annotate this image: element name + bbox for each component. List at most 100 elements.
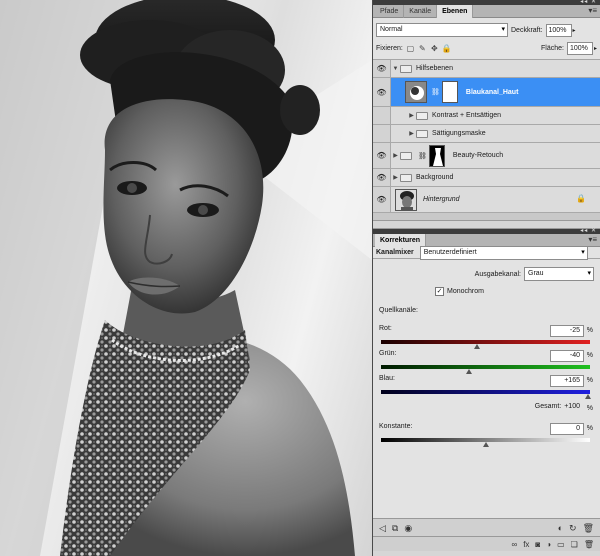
- link-chain-icon[interactable]: ⛓: [431, 88, 440, 96]
- panel-menu-icon[interactable]: ▾≡: [588, 235, 597, 244]
- adjustments-footer: ◁ ⧉ ◉ ◐ ↻ 🗑: [373, 518, 600, 537]
- tab-adjustments[interactable]: Korrekturen: [375, 234, 427, 247]
- red-channel-label: Rot:: [379, 325, 392, 332]
- tab-layers[interactable]: Ebenen: [437, 5, 474, 18]
- layer-row[interactable]: ▶ Kontrast + Entsättigen: [373, 107, 600, 125]
- layer-row-selected[interactable]: 👁 ⛓ Blaukanal_Haut: [373, 78, 600, 107]
- layer-row[interactable]: 👁 ▶ ⛓ Beauty-Retouch: [373, 143, 600, 169]
- blend-mode-dropdown[interactable]: Normal ▾: [376, 23, 508, 37]
- chevron-down-icon: ▾: [501, 26, 505, 33]
- right-panel-dock: ◂◂ ✕ Pfade Kanäle Ebenen ▾≡ Normal ▾ Dec…: [372, 0, 600, 556]
- eye-icon[interactable]: 👁: [373, 187, 391, 212]
- monochrome-checkbox[interactable]: ✓: [435, 287, 444, 296]
- new-group-icon[interactable]: ▭: [557, 540, 565, 549]
- layer-name: Background: [416, 174, 454, 181]
- layer-row[interactable]: 👁 Hintergrund 🔒: [373, 187, 600, 213]
- percent-label: %: [586, 425, 593, 432]
- lock-label: Fixieren:: [376, 44, 403, 52]
- portrait-photo: [0, 0, 372, 556]
- green-channel-label: Grün:: [379, 350, 397, 357]
- preset-dropdown[interactable]: Benutzerdefiniert ▾: [419, 245, 588, 260]
- channel-mixer-panel: Kanalmixer Benutzerdefiniert ▾ Ausgabeka…: [373, 245, 600, 551]
- mask-thumbnail[interactable]: [428, 144, 445, 167]
- lock-pixels-icon[interactable]: ✎: [418, 44, 427, 53]
- panel-menu-icon[interactable]: ▾≡: [588, 6, 597, 15]
- tab-channels[interactable]: Kanäle: [404, 5, 438, 18]
- red-slider[interactable]: [381, 340, 590, 349]
- eye-hidden-slot[interactable]: [373, 107, 391, 124]
- visibility-eye-icon[interactable]: ◉: [404, 523, 412, 534]
- layer-row[interactable]: 👁 ▼ Hilfsebenen: [373, 60, 600, 78]
- eye-hidden-slot[interactable]: [373, 125, 391, 142]
- triangle-right-icon[interactable]: ▶: [407, 112, 416, 119]
- chevron-down-icon: ▾: [587, 270, 591, 277]
- constant-value-input[interactable]: 0: [550, 423, 584, 435]
- lock-position-icon[interactable]: ✥: [430, 44, 439, 53]
- opacity-label: Deckkraft:: [511, 26, 543, 34]
- preset-value: Benutzerdefiniert: [423, 248, 477, 256]
- link-chain-icon[interactable]: ⛓: [418, 152, 427, 160]
- lock-transparency-icon[interactable]: ▢: [406, 44, 415, 53]
- fill-input[interactable]: 100%: [566, 41, 593, 55]
- clip-to-layer-icon[interactable]: ⧉: [392, 523, 398, 534]
- lock-all-icon[interactable]: 🔒: [442, 44, 452, 53]
- blue-slider-knob[interactable]: [584, 394, 591, 399]
- output-channel-value: Grau: [528, 270, 544, 277]
- lock-icon: 🔒: [576, 194, 586, 203]
- eye-icon[interactable]: 👁: [373, 60, 391, 77]
- eye-icon[interactable]: 👁: [373, 169, 391, 186]
- blue-slider[interactable]: [381, 390, 591, 399]
- folder-icon: [416, 129, 428, 138]
- opacity-input[interactable]: 100%: [545, 23, 572, 37]
- folder-icon: [400, 173, 412, 182]
- layer-name: Blaukanal_Haut: [465, 88, 519, 96]
- folder-icon: [400, 151, 412, 160]
- reset-icon[interactable]: ↻: [569, 523, 577, 534]
- new-adjustment-icon[interactable]: ◑: [546, 540, 551, 549]
- layer-row[interactable]: 👁 ▶ Background: [373, 169, 600, 187]
- percent-label: %: [586, 327, 593, 334]
- trash-icon[interactable]: 🗑: [583, 523, 594, 534]
- view-previous-icon[interactable]: ◐: [558, 523, 563, 534]
- green-slider[interactable]: [381, 365, 590, 374]
- red-value-input[interactable]: -25: [550, 325, 584, 337]
- delete-layer-icon[interactable]: 🗑: [584, 540, 594, 549]
- monochrome-label: Monochrom: [447, 288, 484, 295]
- output-channel-dropdown[interactable]: Grau ▾: [524, 267, 594, 281]
- opacity-slider-arrow-icon[interactable]: ▸: [573, 27, 576, 34]
- triangle-right-icon[interactable]: ▶: [391, 174, 400, 181]
- constant-slider-knob[interactable]: [482, 442, 489, 447]
- red-slider-knob[interactable]: [473, 344, 480, 349]
- blend-mode-value: Normal: [380, 26, 403, 33]
- new-layer-icon[interactable]: ❏: [571, 540, 578, 549]
- blue-channel-label: Blau:: [379, 375, 395, 382]
- layer-row[interactable]: ▶ Sättigungsmaske: [373, 125, 600, 143]
- green-slider-knob[interactable]: [465, 369, 472, 374]
- mask-thumbnail[interactable]: [441, 81, 458, 103]
- link-layers-icon[interactable]: ∞: [511, 540, 517, 549]
- fill-slider-arrow-icon[interactable]: ▸: [594, 45, 597, 52]
- percent-label: %: [586, 377, 593, 384]
- document-canvas[interactable]: [0, 0, 372, 556]
- folder-icon: [416, 111, 428, 120]
- tab-paths[interactable]: Pfade: [375, 5, 405, 18]
- total-value: +100: [564, 403, 580, 410]
- triangle-right-icon[interactable]: ▶: [407, 130, 416, 137]
- back-arrow-icon[interactable]: ◁: [379, 523, 386, 534]
- layer-style-fx-icon[interactable]: fx: [523, 540, 529, 549]
- layer-name: Hintergrund: [423, 196, 460, 203]
- green-value-input[interactable]: -40: [550, 350, 584, 362]
- layer-name: Beauty-Retouch: [452, 152, 504, 159]
- add-mask-icon[interactable]: ◙: [535, 540, 540, 549]
- eye-icon[interactable]: 👁: [373, 143, 391, 168]
- chevron-down-icon: ▾: [581, 248, 585, 256]
- triangle-down-icon[interactable]: ▼: [391, 66, 400, 72]
- output-channel-label: Ausgabekanal:: [474, 270, 521, 278]
- layers-tab-bar: Pfade Kanäle Ebenen ▾≡: [373, 5, 600, 18]
- layer-name: Sättigungsmaske: [432, 130, 486, 137]
- eye-icon[interactable]: 👁: [373, 78, 391, 106]
- blue-value-input[interactable]: +165: [550, 375, 584, 387]
- constant-slider[interactable]: [381, 438, 590, 447]
- percent-label: %: [586, 405, 593, 412]
- triangle-right-icon[interactable]: ▶: [391, 152, 400, 159]
